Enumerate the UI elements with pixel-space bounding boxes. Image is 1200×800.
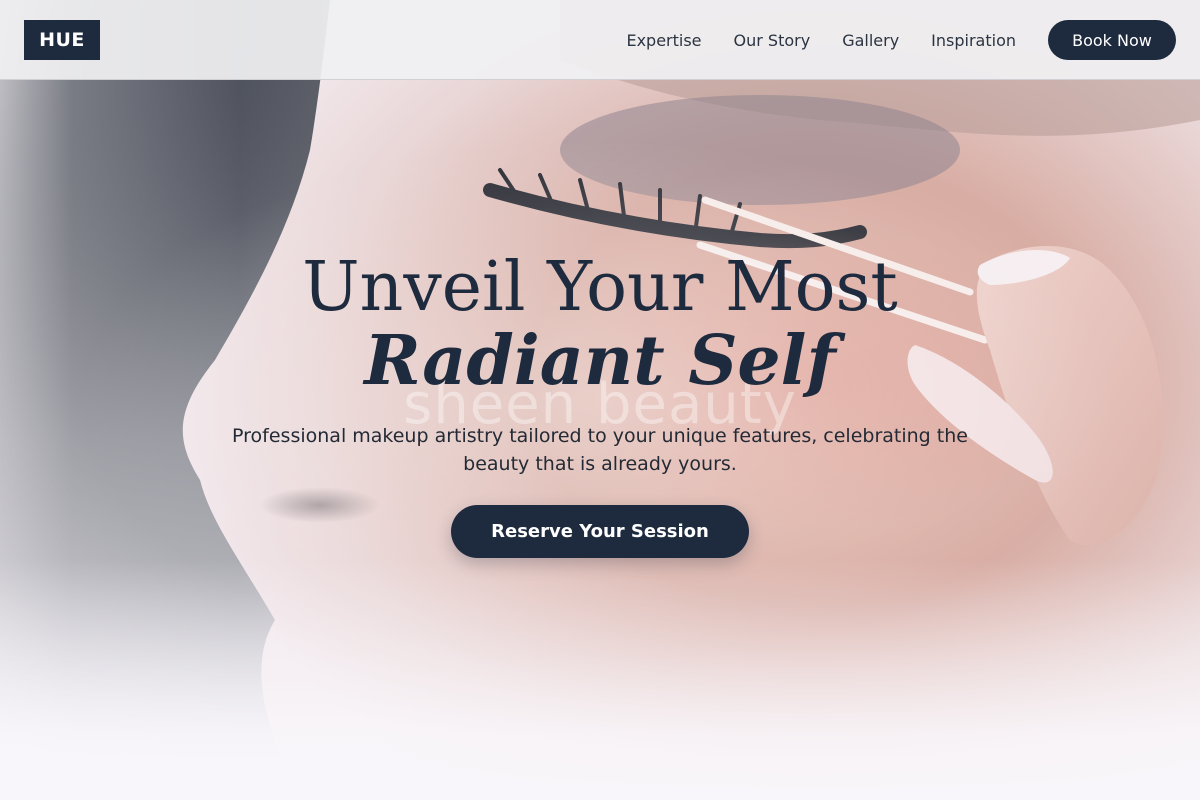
nav-link-expertise[interactable]: Expertise bbox=[626, 31, 701, 50]
headline-line-1: Unveil Your Most bbox=[302, 248, 898, 327]
nav-link-inspiration[interactable]: Inspiration bbox=[931, 31, 1016, 50]
hero-subtitle: Professional makeup artistry tailored to… bbox=[232, 425, 968, 475]
site-header: HUE Expertise Our Story Gallery Inspirat… bbox=[0, 0, 1200, 80]
nav-link-our-story[interactable]: Our Story bbox=[734, 31, 811, 50]
brand-logo[interactable]: HUE bbox=[24, 20, 100, 60]
book-now-button[interactable]: Book Now bbox=[1048, 20, 1176, 60]
main-nav: Expertise Our Story Gallery Inspiration … bbox=[626, 0, 1176, 80]
headline-line-2: Radiant Self bbox=[364, 321, 836, 401]
hero-headline: Unveil Your Most Radiant Self bbox=[0, 248, 1200, 401]
reserve-session-button[interactable]: Reserve Your Session bbox=[451, 505, 749, 558]
nav-link-gallery[interactable]: Gallery bbox=[842, 31, 899, 50]
